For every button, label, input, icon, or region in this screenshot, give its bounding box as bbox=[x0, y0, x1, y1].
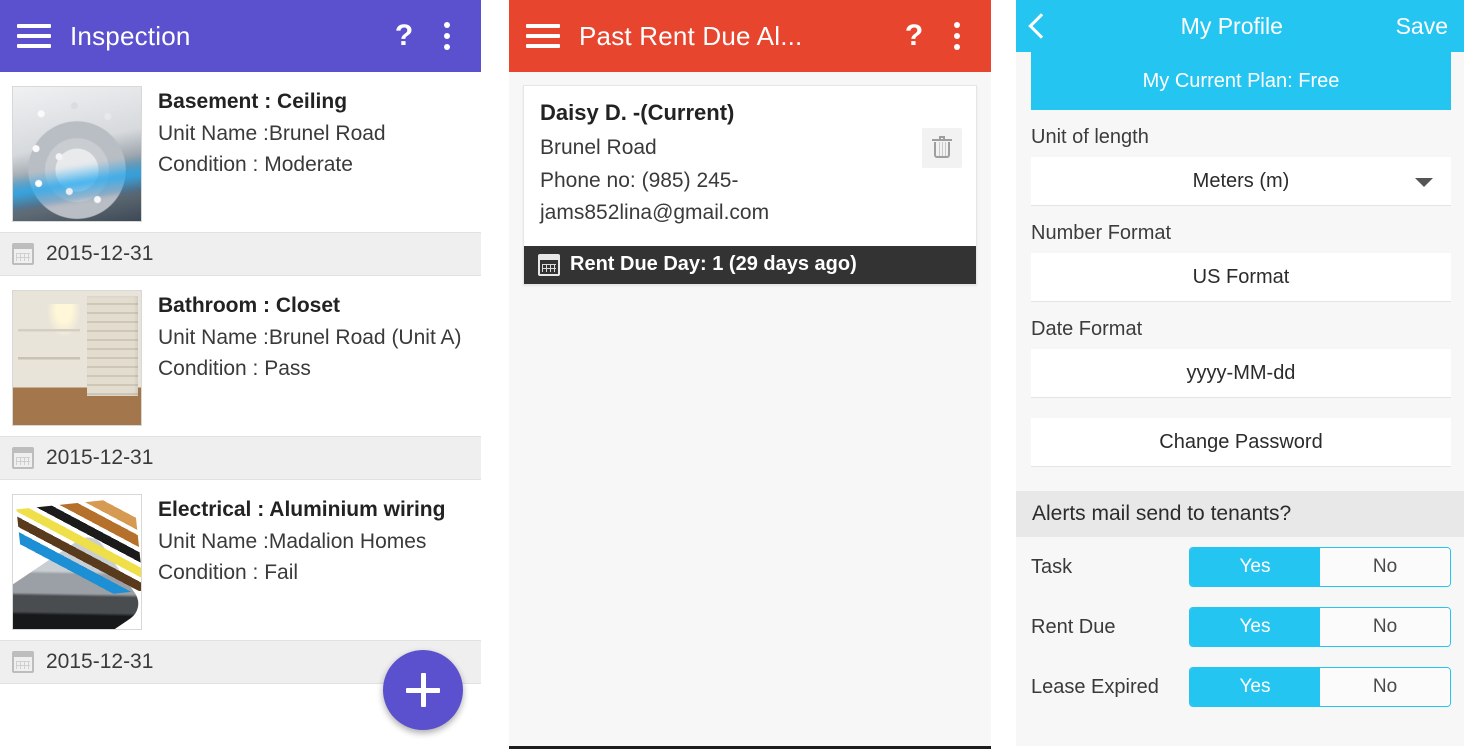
list-item-title: Basement : Ceiling bbox=[158, 90, 348, 113]
toggle-no-option[interactable]: No bbox=[1320, 548, 1450, 586]
chevron-down-icon bbox=[1415, 178, 1433, 187]
inspection-screen: Inspection ? Basement : Ceiling Unit Nam… bbox=[0, 0, 481, 746]
toggle-yes-option[interactable]: Yes bbox=[1190, 668, 1320, 706]
hamburger-menu-icon[interactable] bbox=[14, 16, 54, 56]
number-format-value: US Format bbox=[1192, 265, 1290, 288]
trash-icon bbox=[932, 136, 952, 158]
alerts-section-header: Alerts mail send to tenants? bbox=[1016, 491, 1464, 537]
tenant-details: Daisy D. -(Current) Brunel Road Phone no… bbox=[524, 86, 976, 240]
list-item-text: Basement : Ceiling Unit Name :Brunel Roa… bbox=[158, 86, 469, 222]
toggle-label: Lease Expired bbox=[1031, 675, 1159, 698]
three-screenshot-composite: Inspection ? Basement : Ceiling Unit Nam… bbox=[0, 0, 1464, 749]
help-button[interactable]: ? bbox=[891, 21, 937, 51]
wiring-photo-icon bbox=[13, 495, 141, 629]
tenant-email: jams852lina@gmail.com bbox=[540, 201, 770, 225]
list-item-condition: Condition : Fail bbox=[158, 560, 299, 584]
list-item-unit: Unit Name :Brunel Road bbox=[158, 122, 386, 146]
page-title: My Profile bbox=[1180, 12, 1283, 39]
rent-alerts-body: Daisy D. -(Current) Brunel Road Phone no… bbox=[509, 72, 991, 746]
lease-expired-alert-toggle[interactable]: Yes No bbox=[1189, 667, 1451, 707]
list-item-text: Electrical : Aluminium wiring Unit Name … bbox=[158, 494, 469, 630]
date-format-value: yyyy-MM-dd bbox=[1186, 361, 1296, 384]
rent-due-status-bar: Rent Due Day: 1 (29 days ago) bbox=[524, 245, 976, 284]
date-format-select[interactable]: yyyy-MM-dd bbox=[1031, 349, 1451, 398]
list-item-condition: Condition : Pass bbox=[158, 356, 311, 380]
tenant-property: Brunel Road bbox=[540, 136, 657, 159]
list-item-date: 2015-12-31 bbox=[46, 242, 154, 265]
calendar-icon bbox=[12, 447, 34, 469]
number-format-select[interactable]: US Format bbox=[1031, 253, 1451, 302]
list-item-title: Electrical : Aluminium wiring bbox=[158, 498, 446, 521]
inspection-thumbnail bbox=[12, 494, 142, 630]
unit-of-length-select[interactable]: Meters (m) bbox=[1031, 157, 1451, 206]
tenant-phone: Phone no: (985) 245- bbox=[540, 168, 739, 192]
toggle-row-lease-expired: Lease Expired Yes No bbox=[1016, 657, 1464, 717]
list-item-date: 2015-12-31 bbox=[46, 446, 154, 469]
list-item[interactable]: Bathroom : Closet Unit Name :Brunel Road… bbox=[0, 276, 481, 436]
unit-of-length-label: Unit of length bbox=[1016, 110, 1464, 157]
toggle-no-option[interactable]: No bbox=[1320, 668, 1450, 706]
toggle-yes-option[interactable]: Yes bbox=[1190, 548, 1320, 586]
current-plan-banner[interactable]: My Current Plan: Free bbox=[1031, 52, 1451, 110]
rent-due-text: Rent Due Day: 1 (29 days ago) bbox=[570, 253, 857, 276]
calendar-icon bbox=[12, 651, 34, 673]
list-item-date-band: 2015-12-31 bbox=[0, 436, 481, 480]
change-password-button[interactable]: Change Password bbox=[1031, 418, 1451, 467]
list-item[interactable]: Electrical : Aluminium wiring Unit Name … bbox=[0, 480, 481, 640]
date-format-label: Date Format bbox=[1016, 302, 1464, 349]
inspection-thumbnail bbox=[12, 290, 142, 426]
inspection-list: Basement : Ceiling Unit Name :Brunel Roa… bbox=[0, 72, 481, 684]
help-button[interactable]: ? bbox=[381, 21, 427, 51]
list-item-title: Bathroom : Closet bbox=[158, 294, 341, 317]
toggle-yes-option[interactable]: Yes bbox=[1190, 608, 1320, 646]
chevron-left-icon[interactable] bbox=[1028, 13, 1068, 39]
hamburger-menu-icon[interactable] bbox=[523, 16, 563, 56]
past-rent-due-alerts-screen: Past Rent Due Al... ? Daisy D. -(Current… bbox=[509, 0, 991, 749]
list-item-text: Bathroom : Closet Unit Name :Brunel Road… bbox=[158, 290, 469, 426]
change-password-label: Change Password bbox=[1159, 430, 1323, 453]
closet-photo-icon bbox=[13, 291, 141, 425]
rent-alerts-appbar: Past Rent Due Al... ? bbox=[509, 0, 991, 72]
page-title: Past Rent Due Al... bbox=[579, 20, 803, 51]
toggle-row-task: Task Yes No bbox=[1016, 537, 1464, 597]
list-item-unit: Unit Name :Brunel Road (Unit A) bbox=[158, 326, 462, 350]
list-item-date: 2015-12-31 bbox=[46, 650, 154, 673]
task-alert-toggle[interactable]: Yes No bbox=[1189, 547, 1451, 587]
delete-button[interactable] bbox=[922, 128, 962, 168]
save-button[interactable]: Save bbox=[1396, 13, 1448, 40]
kebab-menu-icon[interactable] bbox=[937, 22, 977, 50]
tenant-alert-card[interactable]: Daisy D. -(Current) Brunel Road Phone no… bbox=[523, 85, 977, 285]
toggle-label: Rent Due bbox=[1031, 615, 1116, 638]
calendar-icon bbox=[12, 243, 34, 265]
number-format-label: Number Format bbox=[1016, 206, 1464, 253]
plus-icon bbox=[406, 673, 440, 707]
add-inspection-fab[interactable] bbox=[383, 650, 463, 730]
tenant-name: Daisy D. -(Current) bbox=[540, 100, 735, 125]
list-item-unit: Unit Name :Madalion Homes bbox=[158, 530, 427, 554]
calendar-icon bbox=[538, 253, 560, 276]
unit-of-length-value: Meters (m) bbox=[1192, 169, 1290, 192]
inspection-appbar: Inspection ? bbox=[0, 0, 481, 72]
list-item-date-band: 2015-12-31 bbox=[0, 232, 481, 276]
toggle-label: Task bbox=[1031, 555, 1073, 578]
list-item-condition: Condition : Moderate bbox=[158, 152, 353, 176]
toggle-row-rent-due: Rent Due Yes No bbox=[1016, 597, 1464, 657]
list-item[interactable]: Basement : Ceiling Unit Name :Brunel Roa… bbox=[0, 72, 481, 232]
my-profile-screen: My Profile Save My Current Plan: Free Un… bbox=[1016, 0, 1464, 746]
page-title: Inspection bbox=[70, 20, 191, 51]
profile-appbar: My Profile Save bbox=[1016, 0, 1464, 52]
inspection-thumbnail bbox=[12, 86, 142, 222]
toggle-no-option[interactable]: No bbox=[1320, 608, 1450, 646]
kebab-menu-icon[interactable] bbox=[427, 22, 467, 50]
rent-due-alert-toggle[interactable]: Yes No bbox=[1189, 607, 1451, 647]
ceiling-photo-icon bbox=[13, 87, 141, 221]
